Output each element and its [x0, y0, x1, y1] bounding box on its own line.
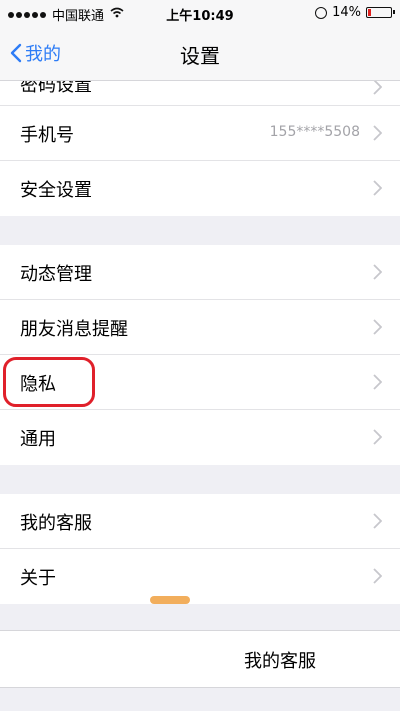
list-item-label: 关于: [20, 568, 56, 589]
chevron-right-icon: [373, 81, 382, 95]
list-item-label: 动态管理: [20, 264, 92, 285]
list-item-phone[interactable]: 手机号 155****5508: [0, 106, 400, 161]
list-item-about[interactable]: 关于: [0, 549, 400, 604]
status-right: 14%: [315, 5, 395, 20]
customer-service-label: 我的客服: [244, 651, 316, 672]
chevron-right-icon: [373, 264, 382, 280]
list-item-password[interactable]: 密码设置: [0, 81, 400, 106]
settings-group-general: 动态管理 朋友消息提醒 隐私 通用: [0, 245, 400, 465]
highlight-annotation: [3, 357, 95, 407]
page-title: 设置: [180, 44, 220, 68]
chevron-right-icon: [373, 374, 382, 390]
status-bar: 中国联通 上午10:49 14%: [0, 0, 400, 26]
chevron-right-icon: [373, 513, 382, 529]
battery-percent: 14%: [332, 5, 361, 20]
chevron-right-icon: [373, 125, 382, 141]
chevron-right-icon: [373, 319, 382, 335]
chevron-right-icon: [373, 180, 382, 196]
list-item-label: 手机号: [20, 125, 74, 146]
settings-group-support: 我的客服 关于: [0, 494, 400, 604]
list-item-notifications[interactable]: 朋友消息提醒: [0, 300, 400, 355]
battery-icon: [366, 7, 395, 18]
navigation-bar: 我的 设置: [0, 26, 400, 81]
battery-fill: [368, 9, 371, 16]
phone-number-value: 155****5508: [269, 124, 360, 140]
chevron-right-icon: [373, 568, 382, 584]
list-item-label: 朋友消息提醒: [20, 319, 128, 340]
settings-group-account: 密码设置 手机号 155****5508 安全设置: [0, 81, 400, 216]
list-item-security[interactable]: 安全设置: [0, 161, 400, 216]
overlay-blob: [150, 596, 190, 604]
list-item-label: 通用: [20, 429, 56, 450]
customer-service-bar[interactable]: 我的客服: [0, 630, 400, 688]
chevron-right-icon: [373, 429, 382, 445]
orientation-lock-icon: [315, 6, 328, 19]
list-item-label: 密码设置: [20, 81, 92, 96]
list-item-customer-service[interactable]: 我的客服: [0, 494, 400, 549]
list-item-moments[interactable]: 动态管理: [0, 245, 400, 300]
list-item-label: 我的客服: [20, 513, 92, 534]
list-item-label: 安全设置: [20, 180, 92, 201]
list-item-general[interactable]: 通用: [0, 410, 400, 465]
